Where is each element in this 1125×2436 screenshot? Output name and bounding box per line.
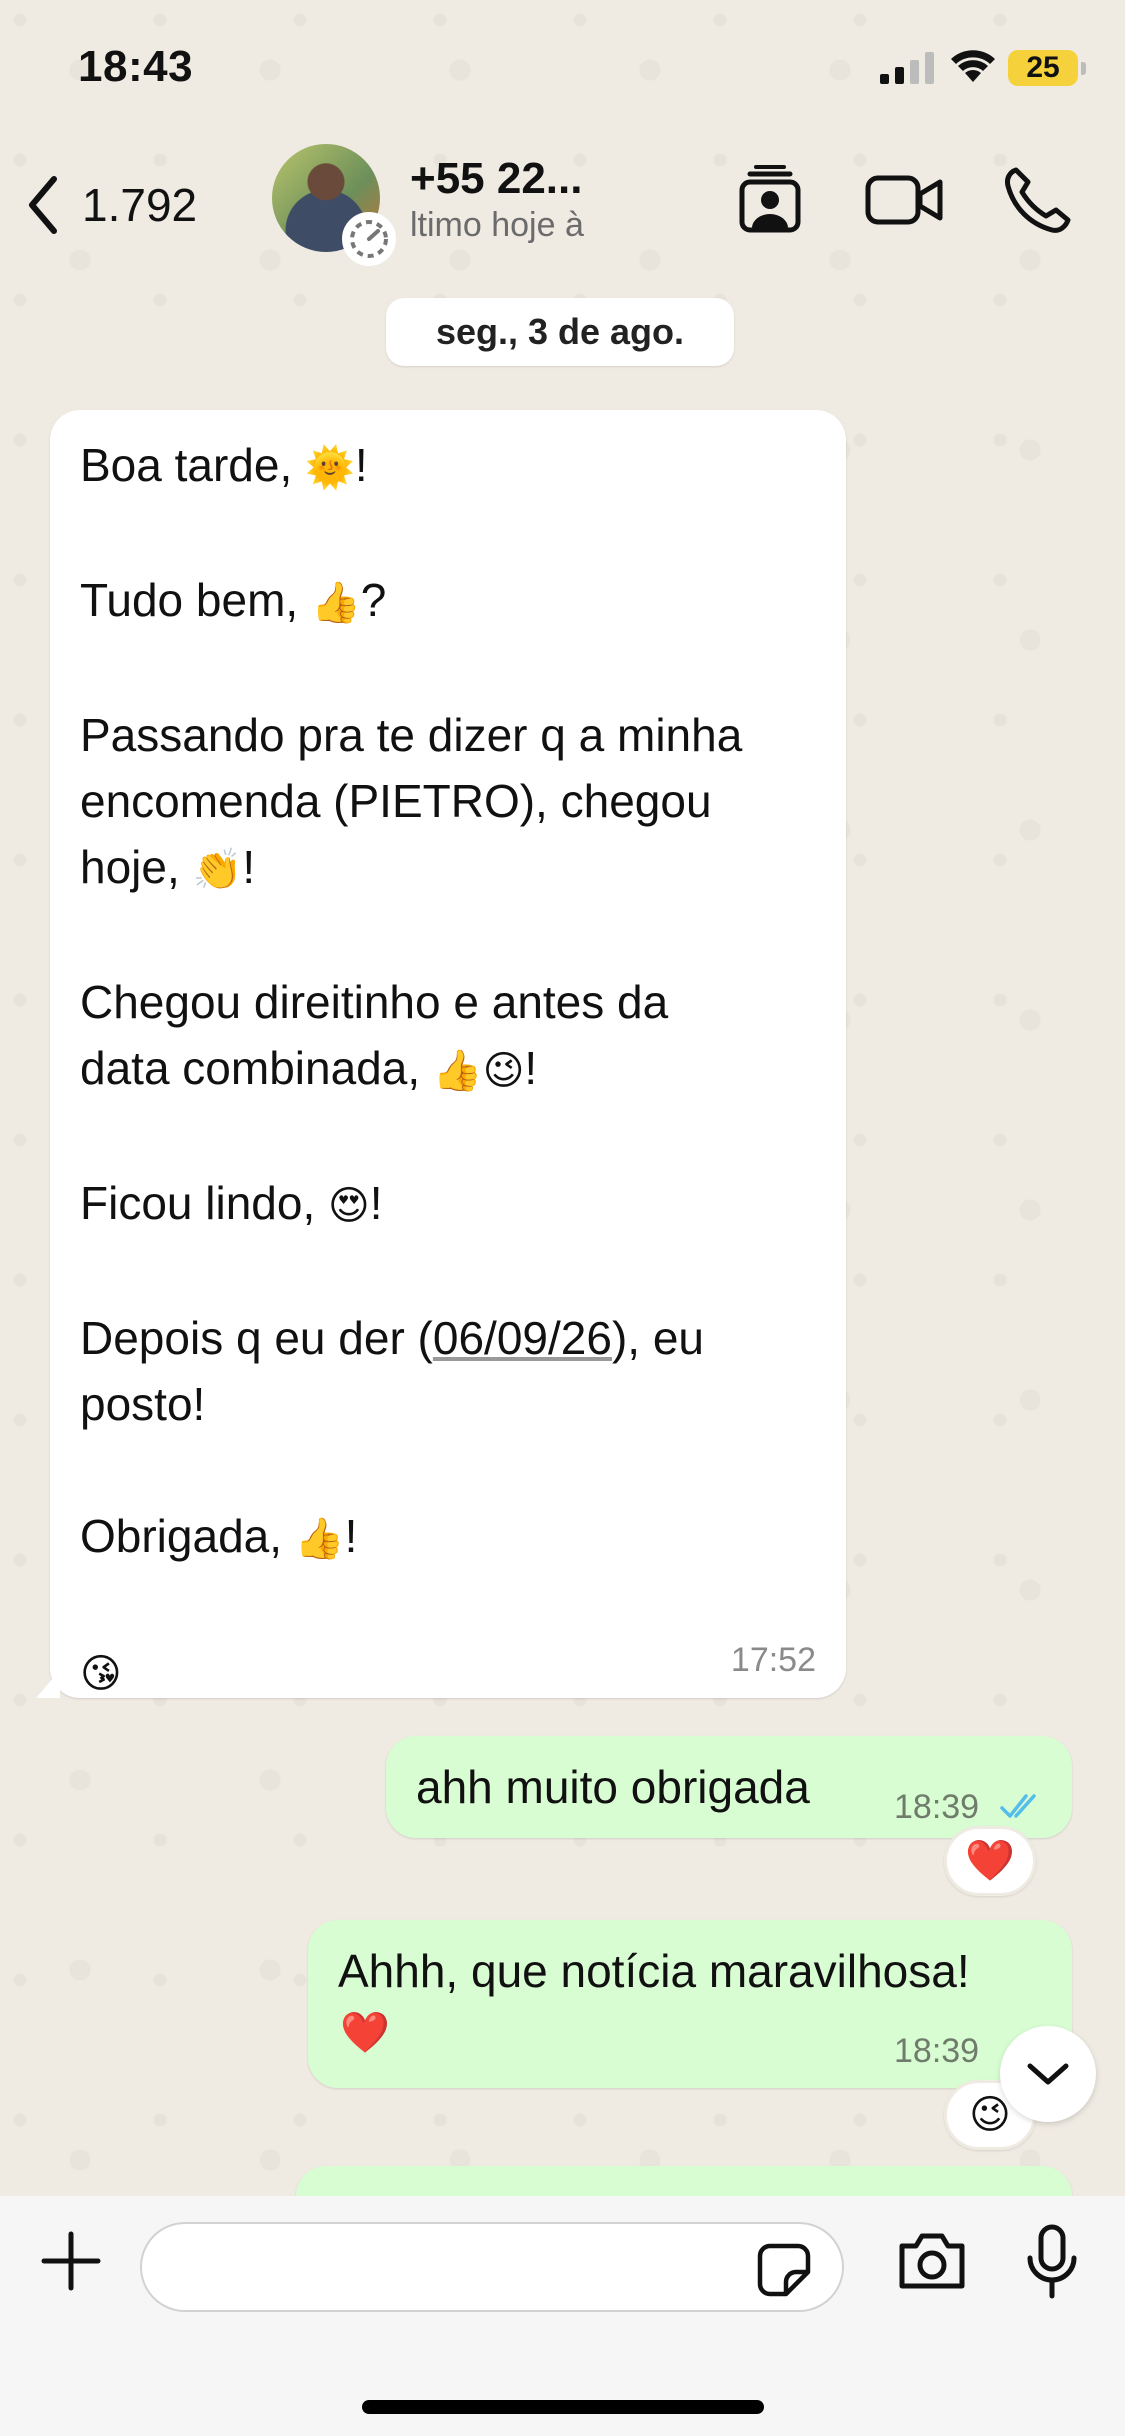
date-link[interactable]: 06/09/26 bbox=[433, 1312, 612, 1364]
status-ring-icon bbox=[342, 212, 396, 266]
chevron-left-icon bbox=[29, 176, 57, 234]
battery-icon: 25 bbox=[1008, 50, 1086, 86]
chevron-down-icon bbox=[1027, 2063, 1069, 2085]
signal-icon bbox=[880, 52, 934, 84]
outgoing-message-bubble[interactable]: Ahhh, que notícia maravilhosa! ❤️ 18:39 bbox=[308, 1920, 1072, 2088]
message-line: Boa tarde, 🌞! bbox=[80, 439, 368, 491]
message-time: 18:39 bbox=[894, 1788, 980, 1826]
message-line: posto! bbox=[80, 1378, 206, 1430]
scroll-to-bottom-button[interactable] bbox=[1000, 2026, 1096, 2122]
contact-card-icon[interactable] bbox=[734, 164, 806, 236]
thumbs-up-emoji: 👍 bbox=[294, 1517, 345, 1561]
message-line: Tudo bem, 👍? bbox=[80, 574, 387, 626]
date-separator: seg., 3 de ago. bbox=[386, 298, 734, 366]
back-button[interactable]: 1.792 bbox=[24, 170, 197, 240]
thumbs-wink-emoji: 👍😉 bbox=[432, 1049, 525, 1093]
outgoing-message-bubble[interactable]: ahh muito obrigada 18:39 bbox=[386, 1736, 1072, 1838]
wifi-icon bbox=[951, 50, 995, 82]
heart-reaction[interactable]: ❤️ bbox=[944, 1826, 1036, 1896]
heart-emoji: ❤️ bbox=[340, 2011, 390, 2055]
heart-eyes-emoji: 😍 bbox=[328, 1184, 370, 1228]
avatar[interactable] bbox=[272, 144, 396, 266]
phone-call-icon[interactable] bbox=[1000, 164, 1072, 236]
kiss-emoji: 😘 bbox=[80, 1652, 122, 1696]
message-line: Passando pra te dizer q a minha bbox=[80, 709, 743, 761]
status-time: 18:43 bbox=[78, 42, 194, 91]
video-call-icon[interactable] bbox=[864, 164, 944, 236]
message-line: Depois q eu der (06/09/26), eu bbox=[80, 1312, 704, 1364]
message-text: ahh muito obrigada bbox=[416, 1761, 810, 1813]
message-line: hoje, 👏! bbox=[80, 841, 256, 893]
thumbs-up-emoji: 👍 bbox=[310, 581, 361, 625]
message-line: Obrigada, 👍! bbox=[80, 1510, 358, 1562]
message-line: Ficou lindo, 😍! bbox=[80, 1177, 383, 1229]
message-line: data combinada, 👍😉! bbox=[80, 1042, 538, 1094]
message-time: 18:39 bbox=[894, 2032, 980, 2070]
message-text: Ahhh, que notícia maravilhosa! bbox=[338, 1945, 970, 1997]
sticker-icon[interactable] bbox=[756, 2242, 812, 2298]
microphone-icon[interactable] bbox=[1024, 2224, 1080, 2300]
chat-header: 1.792 +55 22... ltimo hoje à bbox=[0, 130, 1125, 270]
composer-bar bbox=[0, 2196, 1125, 2436]
clapping-emoji: 👏 bbox=[192, 848, 243, 892]
status-bar: 18:43 25 bbox=[0, 0, 1125, 130]
camera-icon[interactable] bbox=[896, 2230, 968, 2292]
sun-emoji: 🌞 bbox=[305, 446, 355, 490]
message-input[interactable] bbox=[140, 2222, 844, 2312]
message-line: encomenda (PIETRO), chegou bbox=[80, 775, 712, 827]
unread-count: 1.792 bbox=[82, 179, 198, 231]
contact-name[interactable]: +55 22... bbox=[410, 154, 582, 204]
last-seen-status: ltimo hoje à bbox=[410, 206, 584, 244]
plus-icon[interactable] bbox=[40, 2230, 102, 2292]
incoming-message-bubble[interactable]: Boa tarde, 🌞! Tudo bem, 👍? Passando pra … bbox=[36, 410, 846, 1698]
message-line: Chegou direitinho e antes da bbox=[80, 976, 669, 1028]
message-time: 17:52 bbox=[730, 1641, 816, 1679]
home-indicator[interactable] bbox=[362, 2400, 764, 2414]
read-ticks-icon bbox=[1000, 1794, 1036, 1818]
message-line: 😘 bbox=[80, 1638, 816, 1707]
